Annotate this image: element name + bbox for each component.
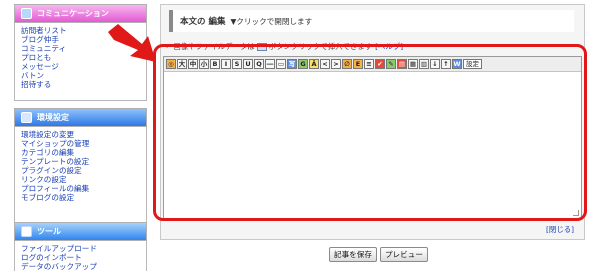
bold-button[interactable]: B (210, 59, 220, 69)
sidebar-link-plugin[interactable]: プラグインの設定 (21, 166, 146, 175)
font-large-button[interactable]: 大 (177, 59, 187, 69)
action-buttons: 記事を保存 プレビュー (329, 247, 428, 262)
pencil-button[interactable]: ✎ (386, 59, 396, 69)
toggle-hint: ▼クリックで開閉します (230, 16, 313, 26)
font-small-button[interactable]: 小 (199, 59, 209, 69)
sidebar-link-links[interactable]: リンクの設定 (21, 175, 146, 184)
align-left-button[interactable]: < (320, 59, 330, 69)
sidebar-link-file-upload[interactable]: ファイルアップロード (21, 244, 146, 253)
close-link[interactable]: [閉じる] (546, 224, 574, 235)
sidebar-link-baton[interactable]: バトン (21, 71, 146, 80)
preview-button[interactable]: プレビュー (379, 247, 428, 262)
help-link[interactable]: [ヘルプ] (375, 41, 403, 52)
note-suffix: ボタンクリックで挿入できます (268, 42, 373, 51)
sidebar-link-profile[interactable]: プロフィールの編集 (21, 184, 146, 193)
check-button[interactable]: ✔ (375, 59, 385, 69)
image-insert-icon (256, 42, 267, 51)
list-button[interactable]: ≡ (364, 59, 374, 69)
emoji-button[interactable]: Ä (309, 59, 319, 69)
settings-header-label: 環境設定 (37, 113, 69, 122)
resize-grip-icon[interactable] (573, 210, 579, 216)
settings-icon (21, 112, 32, 123)
google-button[interactable]: G (298, 59, 308, 69)
column-button[interactable]: ▥ (419, 59, 429, 69)
box-button[interactable]: ▭ (276, 59, 286, 69)
insert-image-button[interactable]: ◎ (166, 59, 176, 69)
font-medium-button[interactable]: 中 (188, 59, 198, 69)
sidebar-link-category[interactable]: カテゴリの編集 (21, 148, 146, 157)
sidebar-link-template[interactable]: テンプレートの設定 (21, 157, 146, 166)
people-icon (21, 8, 32, 19)
sidebar-link-moblog[interactable]: モブログの設定 (21, 193, 146, 202)
sidebar-link-data-backup[interactable]: データのバックアップ (21, 262, 146, 271)
editor-box: ◎ 大 中 小 B I S U Q ― ▭ 写 G Ä < > ∅ E ≡ ✔ (163, 56, 582, 219)
tools-section: ツール ファイルアップロード ログのインポート データのバックアップ (14, 222, 147, 271)
sidebar-link-log-import[interactable]: ログのインポート (21, 253, 146, 262)
communication-header[interactable]: コミュニケーション (14, 4, 147, 23)
move-down-button[interactable]: ↓ (430, 59, 440, 69)
photo-button[interactable]: 写 (287, 59, 297, 69)
table-button[interactable]: ▤ (397, 59, 407, 69)
sidebar-link-invite[interactable]: 招待する (21, 80, 146, 89)
editor-title-bar[interactable]: 本文の 編集 ▼クリックで開閉します (169, 10, 574, 32)
quote-button[interactable]: Q (254, 59, 264, 69)
communication-header-label: コミュニケーション (37, 9, 109, 18)
editor-toolbar: ◎ 大 中 小 B I S U Q ― ▭ 写 G Ä < > ∅ E ≡ ✔ (164, 57, 581, 72)
underline-button[interactable]: U (243, 59, 253, 69)
settings-section: 環境設定 環境設定の変更 マイショップの管理 カテゴリの編集 テンプレートの設定… (14, 108, 147, 229)
sidebar-link-change-settings[interactable]: 環境設定の変更 (21, 130, 146, 139)
editor-title: 本文の 編集 (180, 17, 226, 27)
insert-note: • 画像やファイルデータは ボタンクリックで挿入できます [ヘルプ] (165, 41, 403, 52)
move-up-button[interactable]: ↑ (441, 59, 451, 69)
toolbar-settings-button[interactable]: 設定 (463, 59, 482, 69)
settings-links: 環境設定の変更 マイショップの管理 カテゴリの編集 テンプレートの設定 プラグイ… (14, 127, 147, 229)
align-right-button[interactable]: > (331, 59, 341, 69)
note-prefix: 画像やファイルデータは (173, 42, 255, 51)
tools-header-label: ツール (37, 227, 61, 236)
grid-button[interactable]: ▦ (408, 59, 418, 69)
sidebar-link-myshop[interactable]: マイショップの管理 (21, 139, 146, 148)
email-button[interactable]: E (353, 59, 363, 69)
no-link-button[interactable]: ∅ (342, 59, 352, 69)
strike-button[interactable]: S (232, 59, 242, 69)
editor-panel: 本文の 編集 ▼クリックで開閉します • 画像やファイルデータは ボタンクリック… (160, 4, 585, 240)
wiki-button[interactable]: W (452, 59, 462, 69)
tools-icon (21, 226, 32, 237)
article-body-textarea[interactable] (164, 72, 581, 218)
main-content: 本文の 編集 ▼クリックで開閉します • 画像やファイルデータは ボタンクリック… (150, 0, 600, 271)
italic-button[interactable]: I (221, 59, 231, 69)
bullet-icon: • (165, 42, 170, 51)
hr-button[interactable]: ― (265, 59, 275, 69)
save-article-button[interactable]: 記事を保存 (329, 247, 377, 262)
tools-header[interactable]: ツール (14, 222, 147, 241)
settings-header[interactable]: 環境設定 (14, 108, 147, 127)
tools-links: ファイルアップロード ログのインポート データのバックアップ (14, 241, 147, 271)
